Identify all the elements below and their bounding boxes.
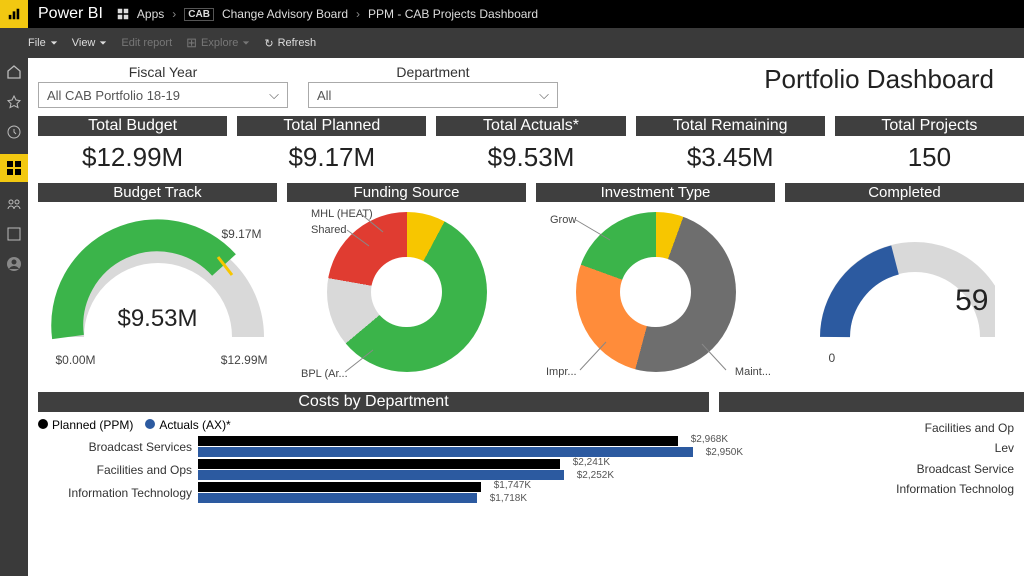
kpi-total-actuals[interactable]: Total Actuals*$9.53M xyxy=(436,116,625,179)
workspace-badge: CAB xyxy=(184,8,214,21)
gauge-max: $12.99M xyxy=(221,353,268,367)
refresh-button[interactable]: ↻Refresh xyxy=(264,37,316,50)
profile-icon[interactable] xyxy=(6,256,22,272)
left-nav xyxy=(0,58,28,576)
leader-lines xyxy=(536,202,775,382)
home-icon[interactable] xyxy=(6,64,22,80)
crumb-report[interactable]: PPM - CAB Projects Dashboard xyxy=(368,7,538,21)
slicer-label: Fiscal Year xyxy=(38,64,288,80)
list-item: Facilities and Op xyxy=(719,418,1014,438)
toolbar: File View Edit report ⊞Explore ↻Refresh xyxy=(0,28,1024,58)
kpi-total-budget[interactable]: Total Budget$12.99M xyxy=(38,116,227,179)
completed-card[interactable]: Completed 59 0 xyxy=(785,183,1024,382)
recent-icon[interactable] xyxy=(6,124,22,140)
kpi-row: Total Budget$12.99M Total Planned$9.17M … xyxy=(38,116,1024,179)
chevron-down-icon xyxy=(50,39,58,47)
costs-by-department-card[interactable]: Costs by Department Planned (PPM) Actual… xyxy=(38,392,709,505)
chevron-down-icon: ⌵ xyxy=(539,87,549,103)
bar-label: Broadcast Services xyxy=(38,440,198,454)
slicer-label: Department xyxy=(308,64,558,80)
edit-report-button: Edit report xyxy=(121,37,172,49)
legend-swatch xyxy=(38,419,48,429)
shared-icon[interactable] xyxy=(6,196,22,212)
view-menu[interactable]: View xyxy=(72,37,108,49)
powerbi-logo xyxy=(0,0,28,28)
bar-chart: Broadcast Services$2,968K$2,950KFaciliti… xyxy=(38,436,709,503)
crumb-apps[interactable]: Apps xyxy=(137,7,164,21)
fiscal-year-slicer: Fiscal Year All CAB Portfolio 18-19 ⌵ xyxy=(38,64,288,108)
bar-row: Facilities and Ops$2,241K$2,252K xyxy=(38,459,709,480)
gauge-target: $9.17M xyxy=(221,227,261,241)
chevron-down-icon: ⌵ xyxy=(269,87,279,103)
list-item: Lev xyxy=(719,438,1014,458)
chevron-down-icon xyxy=(99,39,107,47)
favorite-icon[interactable] xyxy=(6,94,22,110)
funding-source-card[interactable]: Funding Source MHL (HEAT) Shared BPL (Ar… xyxy=(287,183,526,382)
kpi-total-projects[interactable]: Total Projects150 xyxy=(835,116,1024,179)
kpi-total-planned[interactable]: Total Planned$9.17M xyxy=(237,116,426,179)
bar-row: Broadcast Services$2,968K$2,950K xyxy=(38,436,709,457)
department-list: Facilities and OpLevBroadcast ServiceInf… xyxy=(719,412,1024,500)
legend-swatch xyxy=(145,419,155,429)
list-item: Broadcast Service xyxy=(719,459,1014,479)
department-slicer: Department All ⌵ xyxy=(308,64,558,108)
apps-nav-active[interactable] xyxy=(0,154,28,182)
report-canvas: Fiscal Year All CAB Portfolio 18-19 ⌵ De… xyxy=(28,58,1024,576)
leader-lines xyxy=(287,202,526,382)
budget-track-card[interactable]: Budget Track $9.53M $0.00M $12.99M $9.17… xyxy=(38,183,277,382)
chevron-right-icon: › xyxy=(172,7,176,21)
bar-row: Information Technology$1,747K$1,718K xyxy=(38,482,709,503)
crumb-workspace[interactable]: Change Advisory Board xyxy=(222,7,348,21)
title-bar: Power BI Apps › CAB Change Advisory Boar… xyxy=(0,0,1024,28)
gauge-min: 0 xyxy=(829,351,836,365)
right-panel-card[interactable]: Facilities and OpLevBroadcast ServiceInf… xyxy=(719,392,1024,505)
workspace-icon[interactable] xyxy=(6,226,22,242)
investment-type-card[interactable]: Investment Type Grow Maint... Impr... xyxy=(536,183,775,382)
legend: Planned (PPM) Actuals (AX)* xyxy=(38,412,709,436)
chevron-down-icon xyxy=(242,39,250,47)
apps-icon[interactable] xyxy=(117,8,129,20)
department-dropdown[interactable]: All ⌵ xyxy=(308,82,558,108)
breadcrumb: Apps › CAB Change Advisory Board › PPM -… xyxy=(117,7,538,21)
app-name: Power BI xyxy=(38,5,103,23)
gauge-value: $9.53M xyxy=(117,305,197,333)
kpi-total-remaining[interactable]: Total Remaining$3.45M xyxy=(636,116,825,179)
gauge-value: 59 xyxy=(955,284,988,318)
costs-row: Costs by Department Planned (PPM) Actual… xyxy=(38,392,1024,505)
bar-label: Facilities and Ops xyxy=(38,463,198,477)
explore-button: ⊞Explore xyxy=(186,35,250,51)
fiscal-year-dropdown[interactable]: All CAB Portfolio 18-19 ⌵ xyxy=(38,82,288,108)
chevron-right-icon: › xyxy=(356,7,360,21)
list-item: Information Technolog xyxy=(719,479,1014,499)
file-menu[interactable]: File xyxy=(28,37,58,49)
refresh-icon: ↻ xyxy=(264,37,273,50)
gauge-min: $0.00M xyxy=(56,353,96,367)
chart-row: Budget Track $9.53M $0.00M $12.99M $9.17… xyxy=(38,183,1024,382)
bar-label: Information Technology xyxy=(38,486,198,500)
dashboard-title: Portfolio Dashboard xyxy=(764,64,994,95)
